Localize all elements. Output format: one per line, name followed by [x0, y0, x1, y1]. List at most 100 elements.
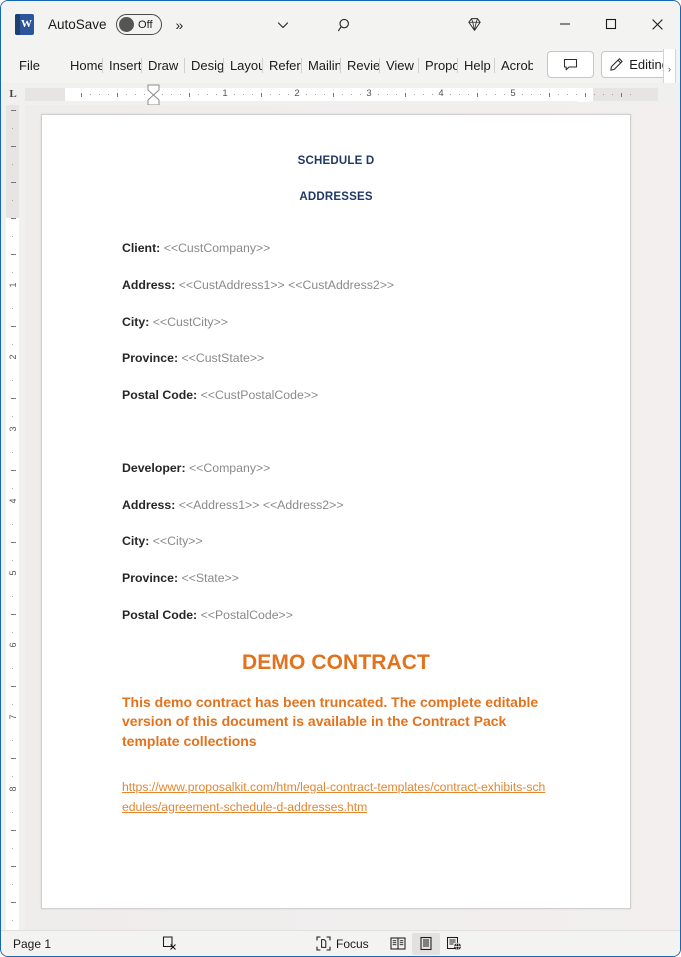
tab-proposal[interactable]: Proposal: [419, 53, 457, 79]
document-page[interactable]: SCHEDULE D ADDRESSES Client: <<CustCompa…: [41, 114, 631, 909]
minimize-button[interactable]: [542, 9, 588, 39]
ribbon-tab-bar: File Home Insert Draw Design Layout Refe…: [1, 48, 680, 89]
demo-contract-title: DEMO CONTRACT: [242, 650, 430, 674]
tab-mailings[interactable]: Mailings: [302, 53, 340, 79]
web-layout-icon: [446, 936, 462, 951]
vertical-ruler-number: 4: [8, 498, 18, 504]
field-value: <<CustCompany>>: [163, 241, 271, 255]
chevron-down-icon: [264, 10, 302, 40]
field-value: <<Address1>> <<Address2>>: [178, 497, 344, 512]
word-app-icon: W: [15, 14, 34, 35]
quick-access-more-button[interactable]: »: [176, 17, 184, 33]
ruler-number: 3: [366, 87, 372, 99]
vertical-ruler-tick: [10, 902, 16, 903]
field-row: Postal Code: <<PostalCode>>: [98, 608, 574, 623]
demo-contract-notice: This demo contract has been truncated. T…: [122, 693, 539, 750]
field-label: Client:: [122, 241, 161, 255]
field-label: City:: [122, 314, 150, 329]
proofing-errors-icon: [161, 935, 178, 952]
tab-view[interactable]: View: [380, 53, 418, 79]
ruler-tick: [405, 92, 406, 97]
tab-layout[interactable]: Layout: [224, 53, 262, 79]
vertical-ruler-number: 6: [8, 642, 18, 648]
vertical-ruler-tick: [10, 218, 16, 219]
focus-mode-button[interactable]: Focus: [316, 936, 369, 951]
autosave-toggle[interactable]: Off: [115, 14, 162, 35]
vertical-ruler-tick: [10, 470, 16, 471]
web-layout-button[interactable]: [440, 933, 468, 955]
field-row: Postal Code: <<CustPostalCode>>: [98, 388, 574, 403]
print-layout-button[interactable]: [412, 932, 440, 955]
field-row: Client: <<CustCompany>>: [98, 241, 574, 256]
tab-file[interactable]: File: [9, 53, 50, 79]
developer-address-block: Developer: <<Company>> Address: <<Addres…: [98, 461, 574, 623]
maximize-button[interactable]: [588, 9, 634, 39]
page-number-status[interactable]: Page 1: [13, 937, 51, 951]
field-row: Address: <<CustAddress1>> <<CustAddress2…: [98, 278, 574, 293]
word-logo-letter: W: [21, 18, 32, 30]
vertical-ruler-tick: [10, 254, 16, 255]
title-bar: W AutoSave Off »: [1, 1, 680, 48]
diamond-icon: [455, 9, 493, 39]
field-value: <<CustAddress1>> <<CustAddress2>>: [178, 277, 395, 292]
document-workspace: 1 2 3 4 5 6 7 8 SCHEDULE D ADDRESSES Client: <<…: [1, 105, 680, 930]
horizontal-ruler[interactable]: L 1 2 3 4 5: [1, 83, 680, 105]
comment-icon: [563, 58, 578, 72]
field-value: <<PostalCode>>: [200, 607, 293, 622]
tab-home[interactable]: Home: [64, 53, 102, 79]
ruler-tick: [189, 92, 190, 97]
tab-stop-selector[interactable]: L: [1, 88, 25, 100]
client-address-block: Client: <<CustCompany>> Address: <<CustA…: [98, 241, 574, 403]
field-row: Address: <<Address1>> <<Address2>>: [98, 498, 574, 513]
page-canvas[interactable]: SCHEDULE D ADDRESSES Client: <<CustCompa…: [25, 105, 680, 930]
field-label: Address:: [122, 277, 176, 292]
vertical-ruler-tick: [10, 866, 16, 867]
tab-review[interactable]: Review: [341, 53, 379, 79]
field-label: City:: [122, 534, 150, 549]
demo-contract-link[interactable]: https://www.proposalkit.com/htm/legal-co…: [98, 778, 574, 817]
vertical-ruler-number: 5: [8, 570, 18, 576]
ruler-tick: [621, 92, 622, 97]
ruler-number: 2: [294, 87, 300, 99]
vertical-ruler-tick: [10, 542, 16, 543]
field-label: Province:: [122, 351, 179, 366]
vertical-ruler-tick: [10, 146, 16, 147]
premium-features-button[interactable]: [454, 9, 494, 39]
vertical-ruler[interactable]: 1 2 3 4 5 6 7 8: [1, 105, 25, 930]
tab-design[interactable]: Design: [185, 53, 223, 79]
document-heading-schedule: SCHEDULE D: [297, 155, 375, 167]
tab-insert[interactable]: Insert: [103, 53, 141, 79]
vertical-ruler-number: 3: [8, 426, 18, 432]
pencil-icon: [609, 57, 624, 72]
field-row: Province: <<CustState>>: [98, 351, 574, 366]
vertical-ruler-number: 7: [8, 714, 18, 720]
status-bar: Page 1 Focus: [1, 930, 680, 956]
close-button[interactable]: [634, 9, 680, 39]
read-mode-icon: [390, 936, 406, 951]
read-mode-button[interactable]: [384, 933, 412, 955]
tab-references[interactable]: References: [263, 53, 301, 79]
vertical-ruler-tick: [10, 182, 16, 183]
comments-button[interactable]: [547, 51, 595, 78]
search-icon: [326, 10, 364, 40]
ruler-tick: [549, 92, 550, 97]
ribbon-right-controls: Editing ›: [547, 49, 676, 89]
tab-help[interactable]: Help: [458, 53, 494, 79]
vertical-ruler-top-margin: [6, 105, 19, 218]
vertical-ruler-number: 1: [8, 282, 18, 288]
first-line-indent-marker[interactable]: [147, 84, 160, 105]
search-button[interactable]: [326, 10, 364, 40]
customize-quick-access-toolbar-button[interactable]: [264, 10, 302, 40]
field-row: City: <<CustCity>>: [98, 315, 574, 330]
field-row: City: <<City>>: [98, 534, 574, 549]
field-label: Postal Code:: [122, 388, 198, 402]
autosave-toggle-knob: [119, 17, 135, 32]
right-indent-marker[interactable]: [577, 94, 589, 102]
tab-acrobat[interactable]: Acrobat: [495, 53, 533, 79]
ruler-number: 1: [222, 87, 228, 99]
proofing-errors-button[interactable]: [161, 933, 178, 955]
tab-draw[interactable]: Draw: [142, 53, 184, 79]
field-label: Province:: [122, 571, 179, 585]
ruler-number: 5: [510, 87, 516, 99]
